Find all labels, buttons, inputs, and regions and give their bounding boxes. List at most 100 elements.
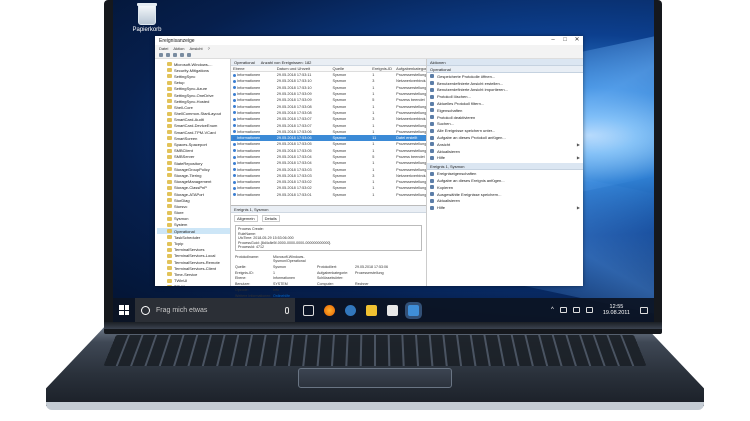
cell-level: Informationen <box>231 73 275 77</box>
microphone-icon[interactable] <box>285 306 289 314</box>
cell-level: Informationen <box>231 180 275 184</box>
cell-event-id: 3 <box>372 117 375 122</box>
cell-datetime: 29.05.2018 17:53:02 <box>276 180 312 185</box>
action-item[interactable]: Benutzerdefinierte Ansicht erstellen... <box>427 80 583 87</box>
minimize-button[interactable]: – <box>547 36 559 45</box>
tab-details[interactable]: Details <box>261 215 280 222</box>
cell-datetime: 29.05.2018 17:53:11 <box>276 73 312 78</box>
cell-category: Prozesserstellung <box>396 92 426 97</box>
store-icon[interactable] <box>387 304 398 316</box>
help-icon[interactable] <box>187 53 191 57</box>
clock[interactable]: 12:55 19.08.2011 <box>603 304 630 317</box>
action-item[interactable]: Aufgabe an dieses Ereignis anfügen... <box>427 177 583 184</box>
edge-icon[interactable] <box>345 304 356 316</box>
cell-category: Prozess beendet <box>396 98 425 103</box>
cell-datetime: 29.05.2018 17:53:03 <box>276 167 312 172</box>
cell-source: Sysmon <box>332 186 347 191</box>
tab-general[interactable]: Allgemein <box>234 215 258 222</box>
info-icon <box>233 193 236 197</box>
action-label: Aktuelles Protokoll filtern... <box>437 101 485 107</box>
action-item[interactable]: Hilfe ▶ <box>427 155 583 162</box>
action-icon <box>430 185 434 190</box>
action-item[interactable]: Benutzerdefinierte Ansicht importieren..… <box>427 87 583 94</box>
event-row[interactable]: Informationen 29.05.2018 17:53:01 Sysmon 1 P… <box>231 192 426 198</box>
action-item[interactable]: Protokoll löschen... <box>427 93 583 100</box>
taskbar-apps <box>303 304 419 316</box>
window-titlebar[interactable]: Ereignisanzeige – □ ✕ <box>155 36 583 45</box>
column-level[interactable]: Ebene <box>231 66 275 71</box>
properties-icon[interactable] <box>180 53 184 57</box>
chevron-up-icon[interactable]: ^ <box>551 307 554 313</box>
up-icon[interactable] <box>173 53 177 57</box>
maximize-button[interactable]: □ <box>559 36 571 45</box>
cell-level: Informationen <box>231 155 275 159</box>
tree-item-label: ShellCommon-StartLayout <box>174 111 221 117</box>
menu-help[interactable]: ? <box>208 46 210 51</box>
tree-item-label: Sysmon <box>174 216 189 222</box>
action-item[interactable]: Ausgewählte Ereignisse speichern... <box>427 191 583 198</box>
action-icon <box>430 178 434 183</box>
recycle-bin-shortcut[interactable]: Papierkorb <box>125 3 169 33</box>
forward-icon[interactable] <box>166 53 170 57</box>
action-item[interactable]: Hilfe ▶ <box>427 204 583 211</box>
tree-item-label: StorageGroupPolicy <box>174 166 210 172</box>
menu-view[interactable]: Ansicht <box>189 46 202 51</box>
column-event-id[interactable]: Ereignis-ID <box>370 66 394 71</box>
action-item[interactable]: Aufgabe an dieses Protokoll anfügen... <box>427 134 583 141</box>
action-item[interactable]: Aktualisieren <box>427 148 583 155</box>
keyboard-layout-icon[interactable] <box>585 307 593 313</box>
action-item[interactable]: Ereigniseigenschaften <box>427 170 583 177</box>
task-view-icon[interactable] <box>303 304 314 316</box>
action-icon <box>430 87 434 92</box>
action-center-icon[interactable] <box>640 306 648 314</box>
action-icon <box>430 108 434 113</box>
start-button[interactable] <box>113 298 135 322</box>
cell-source: Sysmon <box>332 73 347 78</box>
event-actions-header[interactable]: Ereignis 1, Sysmon <box>427 163 583 171</box>
action-item[interactable]: Eigenschaften <box>427 107 583 114</box>
event-viewer-taskbar-icon[interactable] <box>408 304 419 316</box>
folder-icon <box>167 93 172 98</box>
actions-section-header[interactable]: Aktionen <box>427 59 583 66</box>
action-item[interactable]: Kopieren <box>427 184 583 191</box>
info-icon <box>233 136 236 140</box>
menu-file[interactable]: Datei <box>159 46 168 51</box>
cell-event-id: 1 <box>372 85 375 90</box>
action-label: Alle Ereignisse speichern unter... <box>437 128 496 134</box>
action-item[interactable]: Alle Ereignisse speichern unter... <box>427 127 583 134</box>
close-button[interactable]: ✕ <box>571 36 583 45</box>
cell-event-id: 5 <box>372 155 375 159</box>
actions-subsection-header[interactable]: Operational <box>427 66 583 73</box>
menu-action[interactable]: Aktion <box>173 46 184 51</box>
laptop-base-edge <box>46 402 704 410</box>
back-icon[interactable] <box>159 53 163 57</box>
network-icon[interactable] <box>559 307 567 313</box>
event-description-box[interactable]: Process Create: RuleName: UtcTime: 2018-05… <box>235 225 422 251</box>
file-explorer-icon[interactable] <box>366 304 377 316</box>
action-item[interactable]: Protokoll deaktivieren <box>427 114 583 121</box>
action-item[interactable]: Ansicht ▶ <box>427 141 583 148</box>
cell-category: Netzwerkverbindung <box>396 117 426 122</box>
info-icon <box>233 149 236 153</box>
menu-bar: Datei Aktion Ansicht ? <box>155 45 583 52</box>
field-label: Aufgabenkategorie: <box>317 270 349 275</box>
cell-level-text: Informationen <box>237 92 261 97</box>
firefox-icon[interactable] <box>324 304 335 316</box>
column-category[interactable]: Aufgabenkategorie <box>394 66 426 71</box>
action-item[interactable]: Gespeicherte Protokolle öffnen... <box>427 73 583 80</box>
desktop-screen: Papierkorb Ereignisanzeige – □ ✕ Datei A… <box>113 0 654 322</box>
action-item[interactable]: Aktualisieren <box>427 198 583 205</box>
column-datetime[interactable]: Datum und Uhrzeit <box>275 66 331 71</box>
cell-source: Sysmon <box>332 155 347 159</box>
action-icon <box>430 128 434 133</box>
taskbar-search[interactable]: Frag mich etwas <box>135 298 295 322</box>
action-item[interactable]: Aktuelles Protokoll filtern... <box>427 100 583 107</box>
volume-icon[interactable] <box>572 307 580 313</box>
cell-source: Sysmon <box>332 85 347 90</box>
cell-category: Prozesserstellung <box>396 186 426 191</box>
action-icon <box>430 171 434 176</box>
column-source[interactable]: Quelle <box>330 66 370 71</box>
action-item[interactable]: Suchen... <box>427 121 583 128</box>
tree-item[interactable]: TZUtil <box>157 284 230 286</box>
info-icon <box>233 124 236 128</box>
